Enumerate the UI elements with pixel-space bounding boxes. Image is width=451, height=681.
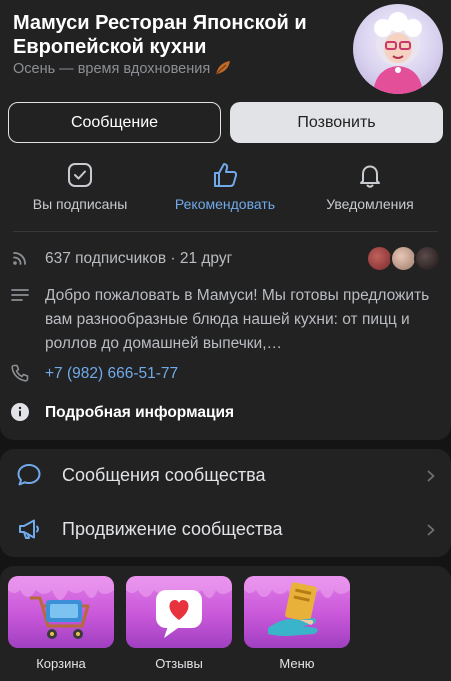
more-info-row[interactable]: Подробная информация	[10, 401, 440, 425]
status-text: Осень — время вдохновения	[13, 61, 211, 77]
profile-card: Мамуси Ресторан Японской и Европейской к…	[0, 0, 451, 440]
more-info-label: Подробная информация	[45, 404, 235, 421]
message-button[interactable]: Сообщение	[8, 102, 221, 143]
recommend-action[interactable]: Рекомендовать	[155, 160, 295, 212]
friend-avatar	[414, 245, 441, 272]
description-text: Добро пожаловать в Мамуси! Мы готовы пре…	[45, 287, 430, 352]
friend-avatar	[366, 245, 393, 272]
recommend-label: Рекомендовать	[174, 196, 276, 212]
reviews-label: Отзывы	[155, 656, 203, 671]
friend-avatar	[390, 245, 417, 272]
description-row[interactable]: Добро пожаловать в Мамуси! Мы готовы пре…	[10, 284, 440, 356]
phone-link[interactable]: +7 (982) 666-51-77	[45, 362, 178, 386]
info-icon	[10, 402, 30, 422]
shopping-cart-icon	[8, 576, 114, 639]
rss-icon	[10, 248, 30, 268]
heart-message-icon	[126, 576, 232, 638]
chat-bubble-icon	[16, 462, 42, 488]
menu-label: Меню	[279, 656, 315, 671]
notifications-label: Уведомления	[326, 196, 414, 212]
menu-book-icon	[244, 576, 350, 636]
chevron-right-icon	[425, 469, 437, 482]
friends-avatars[interactable]	[366, 245, 446, 272]
community-promotion-label: Продвижение сообщества	[62, 518, 283, 539]
checkbox-icon	[65, 160, 95, 190]
phone-row[interactable]: +7 (982) 666-51-77	[10, 362, 440, 386]
reviews-tile[interactable]	[126, 576, 232, 648]
text-lines-icon	[10, 285, 30, 305]
autumn-leaf-icon	[214, 60, 232, 80]
status-line[interactable]: Осень — время вдохновения	[13, 60, 232, 80]
chevron-right-icon	[425, 523, 437, 536]
call-button[interactable]: Позвонить	[230, 102, 443, 143]
divider	[13, 231, 438, 232]
community-messages-label: Сообщения сообщества	[62, 464, 266, 485]
community-promotion-row[interactable]: Продвижение сообщества	[0, 503, 451, 555]
avatar[interactable]	[353, 4, 443, 94]
megaphone-icon	[16, 516, 42, 542]
bell-icon	[355, 160, 385, 190]
thumbs-up-icon	[210, 160, 240, 190]
subscribers-text: 637 подписчиков · 21 друг	[45, 250, 233, 267]
menu-tile[interactable]	[244, 576, 350, 648]
cart-tile[interactable]	[8, 576, 114, 648]
phone-icon	[10, 363, 30, 383]
subscribed-label: Вы подписаны	[32, 196, 128, 212]
page-title: Мамуси Ресторан Японской и Европейской к…	[13, 12, 307, 58]
cart-label: Корзина	[36, 656, 86, 671]
notifications-action[interactable]: Уведомления	[300, 160, 440, 212]
subscribed-action[interactable]: Вы подписаны	[10, 160, 150, 212]
community-messages-row[interactable]: Сообщения сообщества	[0, 449, 451, 501]
